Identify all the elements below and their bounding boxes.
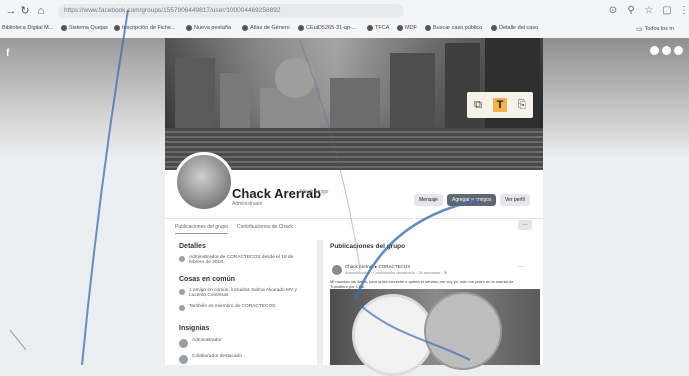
badge-item[interactable]: Colaborador destacado <box>179 354 307 364</box>
translate-icon[interactable]: ⊙ <box>606 4 620 18</box>
common-item: 1 amigo en común, incluidos Selma Alvara… <box>179 288 307 298</box>
post-image-sticker <box>424 292 502 370</box>
admin-icon <box>179 256 185 262</box>
browser-chrome: → ↻ ⌂ https://www.facebook.com/groups/15… <box>0 0 689 39</box>
bookmark-icon <box>298 25 304 31</box>
text-tool-icon[interactable]: T <box>493 98 507 112</box>
bookmark-item[interactable]: Inscripción de Fiche... <box>114 25 176 31</box>
floating-toolbox: ⧉ T ⎘ <box>467 92 533 118</box>
bookmark-icon <box>114 25 120 31</box>
details-heading: Detalles <box>179 243 206 250</box>
profile-role: Administrador <box>232 201 263 207</box>
address-bar[interactable]: https://www.facebook.com/groups/15579064… <box>58 4 404 18</box>
view-profile-button[interactable]: Ver perfil <box>500 194 530 206</box>
details-item: Administrador de CORACTECOS desde el 19 … <box>179 255 307 265</box>
admin-badge-icon <box>179 339 188 348</box>
bookmark-item[interactable]: Nueva pestaña <box>186 25 231 31</box>
avatar[interactable] <box>174 152 234 212</box>
tab-group-posts[interactable]: Publicaciones del grupo <box>175 224 229 234</box>
folder-icon: ▭ <box>636 26 643 33</box>
menu-icon[interactable]: ⋮ <box>677 4 689 18</box>
bookmark-item[interactable]: Biblioteca Digital M... <box>2 25 53 31</box>
bookmark-icon <box>367 25 373 31</box>
badge-item[interactable]: Administrador <box>179 338 307 348</box>
star-icon[interactable]: ☆ <box>642 4 656 18</box>
more-options-button[interactable]: ··· <box>518 220 532 230</box>
site-info-icon[interactable]: ⌂ <box>34 4 48 18</box>
friends-icon <box>179 289 185 295</box>
bookmark-icon <box>397 25 403 31</box>
bookmark-item[interactable]: MDF <box>397 25 417 31</box>
cover-backdrop-right <box>543 38 689 158</box>
facebook-icon[interactable]: f <box>6 48 9 59</box>
bookmark-item[interactable]: TFCA <box>367 25 389 31</box>
bookmark-icon <box>186 25 192 31</box>
bookmarks-bar: Biblioteca Digital M... Sistema Quejas I… <box>0 23 689 37</box>
bookmark-icon <box>425 25 431 31</box>
tab-contributions[interactable]: Contribuciones de Chack <box>237 224 293 230</box>
cover-backdrop-left <box>0 38 165 158</box>
bookmark-item[interactable]: CEuiD5265-31-ap-... <box>298 25 356 31</box>
nav-row: → ↻ ⌂ https://www.facebook.com/groups/15… <box>0 0 689 22</box>
notifications-icon[interactable] <box>674 46 683 55</box>
post-avatar[interactable] <box>332 265 342 275</box>
common-heading: Cosas en común <box>179 276 236 283</box>
copy-icon[interactable]: ⧉ <box>471 98 485 112</box>
reload-icon[interactable]: ↻ <box>18 4 32 18</box>
feed-title: Publicaciones del grupo <box>330 243 406 250</box>
bookmark-icon <box>242 25 248 31</box>
add-friend-link[interactable]: Añadir amigo <box>299 189 328 195</box>
all-bookmarks[interactable]: ▭ Todos los m <box>636 25 674 33</box>
back-icon[interactable]: → <box>4 4 18 18</box>
post-image-sticker <box>352 294 434 376</box>
post-options-button[interactable]: ··· <box>518 264 524 270</box>
group-icon <box>179 305 185 311</box>
zoom-icon[interactable]: ⚲ <box>624 4 638 18</box>
menu-grid-icon[interactable] <box>650 46 659 55</box>
post-text: Mi mandan los datos, para quien necesite… <box>330 279 514 289</box>
details-panel: Detalles Administrador de CORACTECOS des… <box>165 236 317 365</box>
bookmark-item[interactable]: Sistema Quejas <box>61 25 108 31</box>
post-meta: Administrador · Colaborador destacado · … <box>345 270 448 275</box>
bookmark-icon <box>491 25 497 31</box>
bookmark-item[interactable]: Detalle del caso <box>491 25 538 31</box>
bookmark-icon <box>61 25 67 31</box>
common-item: También es miembro de CORACTECOS <box>179 304 307 311</box>
extension-icon[interactable]: ▢ <box>660 4 674 18</box>
add-friend-button[interactable]: Agregar a amigos <box>447 194 497 206</box>
contributor-badge-icon <box>179 355 188 364</box>
message-button[interactable]: Mensaje <box>414 194 443 206</box>
bookmark-item[interactable]: Atlas de Género <box>242 25 290 31</box>
messenger-icon[interactable] <box>662 46 671 55</box>
header-icons <box>650 46 684 56</box>
badges-heading: Insignias <box>179 325 210 332</box>
bookmark-icon[interactable]: ⎘ <box>515 98 529 112</box>
bookmark-item[interactable]: Buscar caso público <box>425 25 482 31</box>
